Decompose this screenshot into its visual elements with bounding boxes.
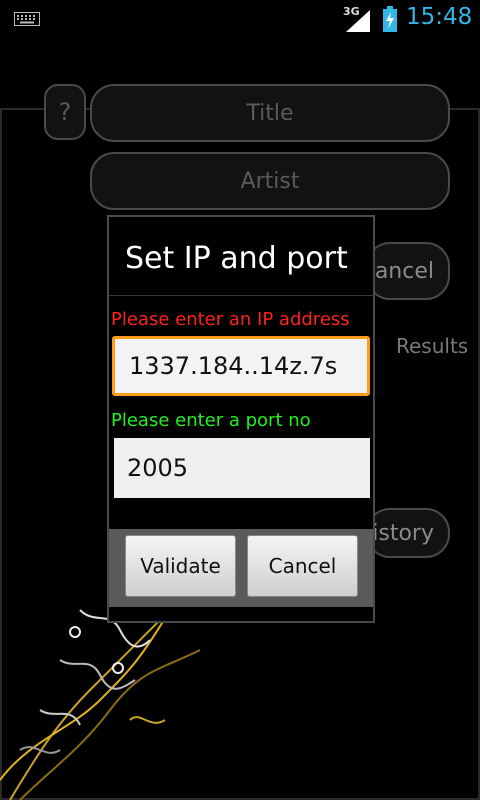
artist-input[interactable]: Artist <box>90 152 450 210</box>
port-number-input[interactable]: 2005 <box>114 438 370 498</box>
cancel-button[interactable]: Cancel <box>247 535 358 597</box>
title-input[interactable]: Title <box>90 84 450 142</box>
background-cancel-button[interactable]: Cancel <box>359 242 450 300</box>
history-button[interactable]: History <box>356 508 450 558</box>
help-button[interactable]: ? <box>44 84 86 140</box>
clock: 15:48 <box>406 4 473 30</box>
battery-charging-icon <box>383 6 397 32</box>
set-ip-port-dialog: Set IP and port Please enter an IP addre… <box>107 215 375 623</box>
title-divider <box>109 295 373 296</box>
ip-address-label: Please enter an IP address <box>111 309 350 330</box>
validate-button[interactable]: Validate <box>125 535 236 597</box>
status-bar: 3G 15:48 <box>0 0 480 38</box>
dialog-title: Set IP and port <box>125 241 348 276</box>
keyboard-icon <box>14 12 40 26</box>
ip-address-input[interactable]: 1337.184..14z.7s <box>112 336 370 396</box>
signal-icon <box>346 10 370 32</box>
port-number-label: Please enter a port no <box>111 410 311 431</box>
dialog-button-bar: Validate Cancel <box>109 529 373 607</box>
results-label: Results <box>396 334 469 358</box>
